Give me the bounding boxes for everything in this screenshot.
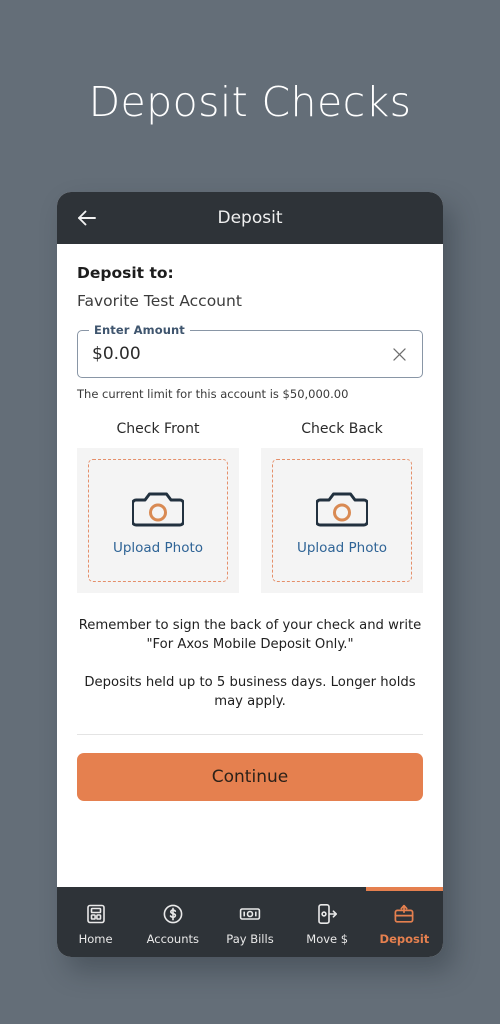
amount-field-label: Enter Amount (89, 323, 190, 337)
nav-item-accounts[interactable]: Accounts (134, 887, 211, 957)
deposit-to-account: Favorite Test Account (77, 292, 242, 310)
check-front-group: Check Front Upload Photo (77, 421, 239, 593)
close-icon (392, 347, 406, 361)
back-button[interactable] (71, 202, 103, 234)
deposit-limit-text: The current limit for this account is $5… (77, 387, 349, 401)
nav-label-pay-bills: Pay Bills (226, 932, 274, 946)
deposit-tray-icon (394, 904, 414, 923)
upload-dropzone: Upload Photo (272, 459, 412, 582)
upload-section: Check Front Upload Photo Check Back Uplo… (77, 421, 423, 593)
phone-frame: Deposit Deposit to: Favorite Test Accoun… (57, 192, 443, 957)
upload-dropzone: Upload Photo (88, 459, 228, 582)
section-divider (77, 733, 423, 735)
nav-label-accounts: Accounts (146, 932, 200, 946)
check-back-caption: Check Back (301, 421, 383, 437)
amount-value[interactable]: $0.00 (92, 344, 388, 364)
check-back-upload-label[interactable]: Upload Photo (297, 540, 387, 556)
bottom-navigation: Home Accounts Pay Bills Move $ Deposit (57, 887, 443, 957)
check-back-upload-card[interactable]: Upload Photo (261, 448, 423, 593)
app-bar: Deposit (57, 192, 443, 244)
check-front-caption: Check Front (116, 421, 200, 437)
nav-item-move-money[interactable]: Move $ (289, 887, 366, 957)
page-title: Deposit Checks (88, 78, 412, 126)
screenshot-root: Deposit Checks Deposit Deposit to: Favor… (0, 0, 500, 1024)
sign-notice: Remember to sign the back of your check … (78, 618, 422, 652)
amount-input[interactable]: Enter Amount $0.00 (77, 323, 423, 378)
banknote-icon (239, 908, 261, 920)
phone-arrow-icon (318, 903, 338, 924)
arrow-left-icon (78, 210, 96, 226)
nav-label-home: Home (78, 932, 113, 946)
camera-icon (316, 492, 368, 526)
check-back-group: Check Back Upload Photo (261, 421, 423, 593)
check-front-upload-label[interactable]: Upload Photo (113, 540, 203, 556)
camera-icon (132, 492, 184, 526)
nav-item-pay-bills[interactable]: Pay Bills (211, 887, 288, 957)
deposit-to-label: Deposit to: (77, 264, 174, 282)
nav-label-deposit: Deposit (379, 932, 430, 946)
nav-item-deposit[interactable]: Deposit (365, 887, 443, 957)
check-front-upload-card[interactable]: Upload Photo (77, 448, 239, 593)
app-bar-title: Deposit (217, 208, 283, 228)
screen-body: Deposit to: Favorite Test Account Enter … (57, 244, 443, 887)
continue-button[interactable]: Continue (77, 752, 423, 801)
dollar-circle-icon (163, 904, 183, 924)
clear-amount-button[interactable] (388, 343, 410, 365)
nav-item-home[interactable]: Home (57, 887, 134, 957)
hold-notice: Deposits held up to 5 business days. Lon… (84, 675, 416, 710)
home-building-icon (86, 904, 105, 924)
nav-label-move-money: Move $ (306, 932, 349, 946)
